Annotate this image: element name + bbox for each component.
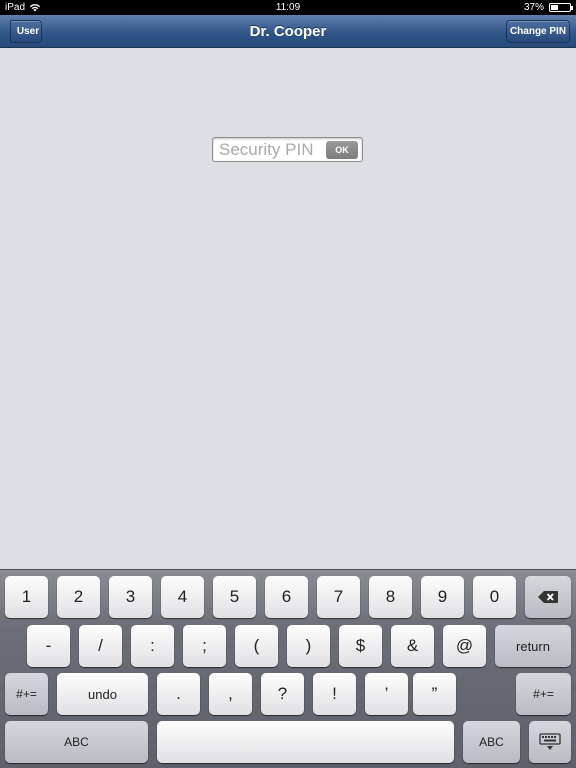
change-pin-label: Change PIN xyxy=(509,26,567,37)
return-key[interactable]: return xyxy=(495,625,571,667)
symbols-key-right[interactable]: #+= xyxy=(516,673,571,715)
status-bar: iPad 11:09 37% xyxy=(0,0,576,15)
key-question[interactable]: ? xyxy=(261,673,304,715)
key-comma[interactable]: , xyxy=(209,673,252,715)
key-8[interactable]: 8 xyxy=(369,576,412,618)
key-close-paren[interactable]: ) xyxy=(287,625,330,667)
key-apostrophe[interactable]: ’ xyxy=(365,673,408,715)
key-semicolon[interactable]: ; xyxy=(183,625,226,667)
key-at[interactable]: @ xyxy=(443,625,486,667)
undo-key[interactable]: undo xyxy=(57,673,148,715)
delete-key[interactable] xyxy=(525,576,571,618)
key-slash[interactable]: / xyxy=(79,625,122,667)
status-right: 37% xyxy=(523,2,573,13)
delete-icon xyxy=(538,591,558,603)
key-7[interactable]: 7 xyxy=(317,576,360,618)
key-exclamation[interactable]: ! xyxy=(313,673,356,715)
key-hyphen[interactable]: - xyxy=(27,625,70,667)
battery-fill xyxy=(551,5,558,10)
key-period[interactable]: . xyxy=(157,673,200,715)
key-2[interactable]: 2 xyxy=(57,576,100,618)
content-area: OK xyxy=(0,49,576,569)
key-dollar[interactable]: $ xyxy=(339,625,382,667)
ok-button-label: OK xyxy=(335,145,349,155)
keyboard-hide-icon xyxy=(539,733,561,750)
ok-button[interactable]: OK xyxy=(326,141,358,159)
status-time: 11:09 xyxy=(275,2,301,13)
key-ampersand[interactable]: & xyxy=(391,625,434,667)
key-quote[interactable]: ” xyxy=(413,673,456,715)
key-9[interactable]: 9 xyxy=(421,576,464,618)
key-open-paren[interactable]: ( xyxy=(235,625,278,667)
key-1[interactable]: 1 xyxy=(5,576,48,618)
navigation-bar: User Dr. Cooper Change PIN xyxy=(0,15,576,48)
space-bar[interactable] xyxy=(157,721,454,763)
change-pin-button[interactable]: Change PIN xyxy=(506,20,570,43)
abc-key-left[interactable]: ABC xyxy=(5,721,148,763)
security-pin-input[interactable] xyxy=(219,139,325,161)
hide-keyboard-key[interactable] xyxy=(529,721,571,763)
key-5[interactable]: 5 xyxy=(213,576,256,618)
battery-percent: 37% xyxy=(523,2,544,13)
key-4[interactable]: 4 xyxy=(161,576,204,618)
page-title: Dr. Cooper xyxy=(249,23,327,40)
abc-key-right[interactable]: ABC xyxy=(463,721,520,763)
key-0[interactable]: 0 xyxy=(473,576,516,618)
symbols-key-left[interactable]: #+= xyxy=(5,673,48,715)
battery-icon xyxy=(549,3,573,12)
key-colon[interactable]: : xyxy=(131,625,174,667)
key-6[interactable]: 6 xyxy=(265,576,308,618)
security-pin-box: OK xyxy=(212,137,363,162)
on-screen-keyboard: 1 2 3 4 5 6 7 8 9 0 - / : ; ( ) $ & @ re… xyxy=(0,569,576,768)
key-3[interactable]: 3 xyxy=(109,576,152,618)
